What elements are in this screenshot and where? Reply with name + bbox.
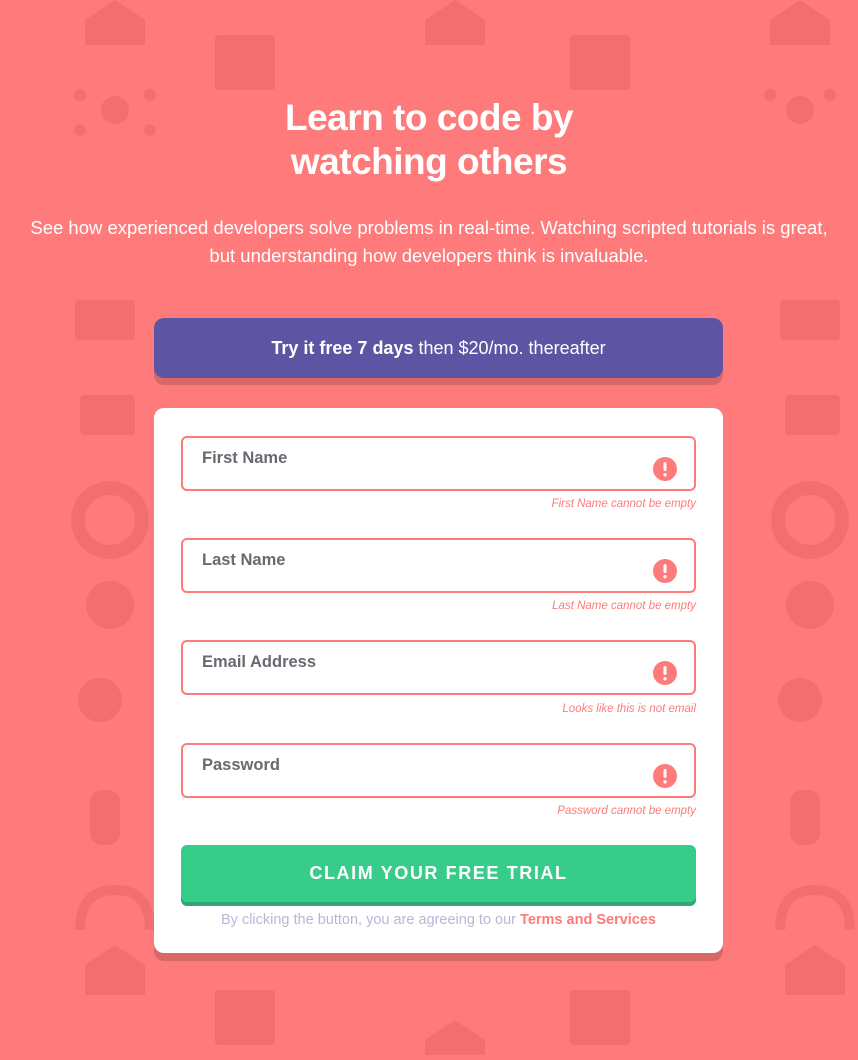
last-name-field: [181, 538, 696, 593]
error-circle-icon: [653, 764, 677, 788]
page-title: Learn to code by watching others: [0, 96, 858, 184]
last-name-error: Last Name cannot be empty: [552, 600, 696, 612]
email-error: Looks like this is not email: [562, 703, 696, 715]
email-field: [181, 640, 696, 695]
page-title-line1: Learn to code by: [284, 97, 574, 138]
password-error: Password cannot be empty: [557, 805, 696, 817]
promo-rest-text: then $20/mo. thereafter: [418, 338, 606, 358]
promo-bold-text: Try it free 7 days: [271, 338, 414, 358]
promo-banner: Try it free 7 days then $20/mo. thereaft…: [154, 318, 723, 378]
legal-notice: By clicking the button, you are agreeing…: [154, 912, 723, 928]
legal-text: By clicking the button, you are agreeing…: [221, 912, 517, 928]
last-name-input[interactable]: [183, 540, 694, 591]
error-circle-icon: [653, 661, 677, 685]
password-field: [181, 743, 696, 798]
first-name-input[interactable]: [183, 438, 694, 489]
password-input[interactable]: [183, 745, 694, 796]
terms-link[interactable]: Terms and Services: [520, 912, 656, 928]
email-input[interactable]: [183, 642, 694, 693]
error-circle-icon: [653, 457, 677, 481]
page-title-line2: watching others: [290, 141, 568, 182]
first-name-field: [181, 436, 696, 491]
signup-form: First Name cannot be empty Last Name can…: [154, 408, 723, 953]
page-subtitle: See how experienced developers solve pro…: [30, 217, 828, 266]
claim-trial-button[interactable]: CLAIM YOUR FREE TRIAL: [181, 845, 696, 902]
first-name-error: First Name cannot be empty: [551, 498, 696, 510]
error-circle-icon: [653, 559, 677, 583]
